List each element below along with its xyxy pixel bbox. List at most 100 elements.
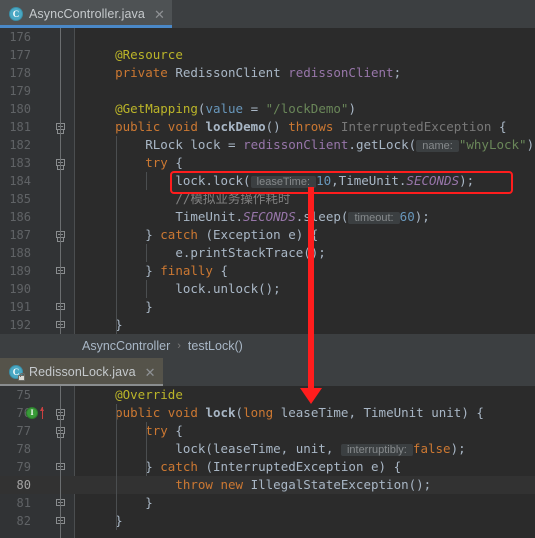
code-token: @Override [115,387,183,402]
breadcrumb-class[interactable]: AsyncController [82,339,170,353]
tab-async-controller[interactable]: C AsyncController.java ✕ [0,0,172,28]
code-line[interactable]: throw new IllegalStateException(); [75,476,535,494]
code-line[interactable]: @Resource [75,46,535,64]
code-token: leaseTime, TimeUnit unit) { [280,405,484,420]
breadcrumb-method[interactable]: testLock() [188,339,243,353]
code-line[interactable]: } [75,512,535,530]
close-icon[interactable]: ✕ [145,366,156,379]
code-token: catch [160,459,206,474]
bottom-gutter[interactable]: 75 76 77 78 79 80 81 82 I [0,386,75,538]
breadcrumb[interactable]: AsyncController › testLock() [0,334,535,358]
code-line[interactable]: //模拟业务操作耗时 [75,190,535,208]
code-token: lock.unlock(); [175,281,281,296]
code-token: throw [175,477,221,492]
line-number: 182 [9,138,31,152]
red-arrow-head [300,388,322,404]
line-number: 183 [9,156,31,170]
code-line[interactable]: lock.unlock(); [75,280,535,298]
line-number: 191 [9,300,31,314]
code-line[interactable]: try { [75,422,535,440]
fold-region-line [60,386,61,538]
indent-guide [116,404,117,530]
java-class-icon-locked: C [9,365,25,381]
code-token: lock(leaseTime, unit, [175,441,341,456]
code-token: RedissonClient [175,65,289,80]
bottom-code-area[interactable]: @Override public void lock(long leaseTim… [75,386,535,538]
code-line[interactable]: lock.lock( leaseTime: 10,TimeUnit.SECOND… [75,172,535,190]
code-token: e.printStackTrace(); [175,245,326,260]
code-line[interactable]: RLock lock = redissonClient.getLock( nam… [75,136,535,154]
code-line[interactable]: @GetMapping(value = "/lockDemo") [75,100,535,118]
top-code-area[interactable]: @Resource private RedissonClient redisso… [75,28,535,334]
line-number: 185 [9,192,31,206]
line-number: 78 [16,442,31,456]
code-line[interactable]: TimeUnit.SECONDS.sleep( timeout: 60); [75,208,535,226]
indent-guide [146,422,147,476]
code-token: lock [205,405,236,420]
code-token: { [498,119,507,134]
code-token: value [205,101,244,116]
line-number: 75 [16,388,31,402]
tab-label: RedissonLock.java [29,365,136,379]
code-token: ); [414,209,430,224]
code-line[interactable]: try { [75,154,535,172]
code-token: } [145,459,161,474]
line-number: 188 [9,246,31,260]
code-line[interactable]: } [75,494,535,512]
code-line[interactable]: } catch (Exception e) { [75,226,535,244]
code-token: @GetMapping [115,101,198,116]
code-token: private [115,65,176,80]
code-token: SECONDS [406,173,460,188]
implementing-method-icon[interactable]: I [26,407,38,419]
code-token: IllegalStateException(); [250,477,432,492]
close-icon[interactable]: ✕ [154,8,165,21]
code-token: { [175,423,183,438]
code-token: .sleep( [295,209,349,224]
ide-window: C AsyncController.java ✕ 176 177 178 179 180… [0,0,535,538]
line-number: 177 [9,48,31,62]
code-line[interactable] [75,28,535,46]
code-line[interactable]: private RedissonClient redissonClient; [75,64,535,82]
code-line[interactable] [75,82,535,100]
line-number: 181 [9,120,31,134]
code-token: } [145,227,161,242]
code-line[interactable]: e.printStackTrace(); [75,244,535,262]
code-token: ); [459,173,475,188]
code-line[interactable]: lock(leaseTime, unit, interruptibly: fal… [75,440,535,458]
chevron-right-icon: › [177,340,181,352]
bottom-code-editor[interactable]: 75 76 77 78 79 80 81 82 I @Override public void … [0,386,535,538]
code-token: = [243,101,266,116]
code-token: { [175,155,183,170]
code-token: public [115,119,168,134]
code-token: try [145,423,176,438]
code-line[interactable]: } [75,316,535,334]
line-number: 180 [9,102,31,116]
code-line[interactable]: public void lockDemo() throws Interrupte… [75,118,535,136]
code-token: finally [160,263,221,278]
line-number: 186 [9,210,31,224]
code-line[interactable]: } [75,298,535,316]
line-number: 179 [9,84,31,98]
code-token: .getLock( [348,137,417,152]
top-gutter[interactable]: 176 177 178 179 180 181 182 183 184 185 186 187 188 1… [0,28,75,334]
indent-guide [146,280,147,298]
code-line[interactable]: public void lock(long leaseTime, TimeUni… [75,404,535,422]
code-token: catch [160,227,206,242]
fold-region-line [60,28,61,334]
code-token: timeout: [348,212,400,224]
top-editor-tabbar: C AsyncController.java ✕ [0,0,535,28]
line-number: 80 [16,478,31,492]
tab-redisson-lock[interactable]: C RedissonLock.java ✕ [0,358,163,386]
code-token: SECONDS [243,209,296,224]
top-code-editor[interactable]: 176 177 178 179 180 181 182 183 184 185 186 187 188 1… [0,28,535,334]
code-token: ,TimeUnit. [331,173,407,188]
line-number: 176 [9,30,31,44]
code-line[interactable]: } catch (InterruptedException e) { [75,458,535,476]
code-token: { [220,263,229,278]
code-token: ( [235,405,244,420]
code-token: () [265,119,289,134]
code-token: ); [450,441,466,456]
code-token: new [220,477,251,492]
code-line[interactable]: } finally { [75,262,535,280]
code-token: name: [416,140,459,152]
